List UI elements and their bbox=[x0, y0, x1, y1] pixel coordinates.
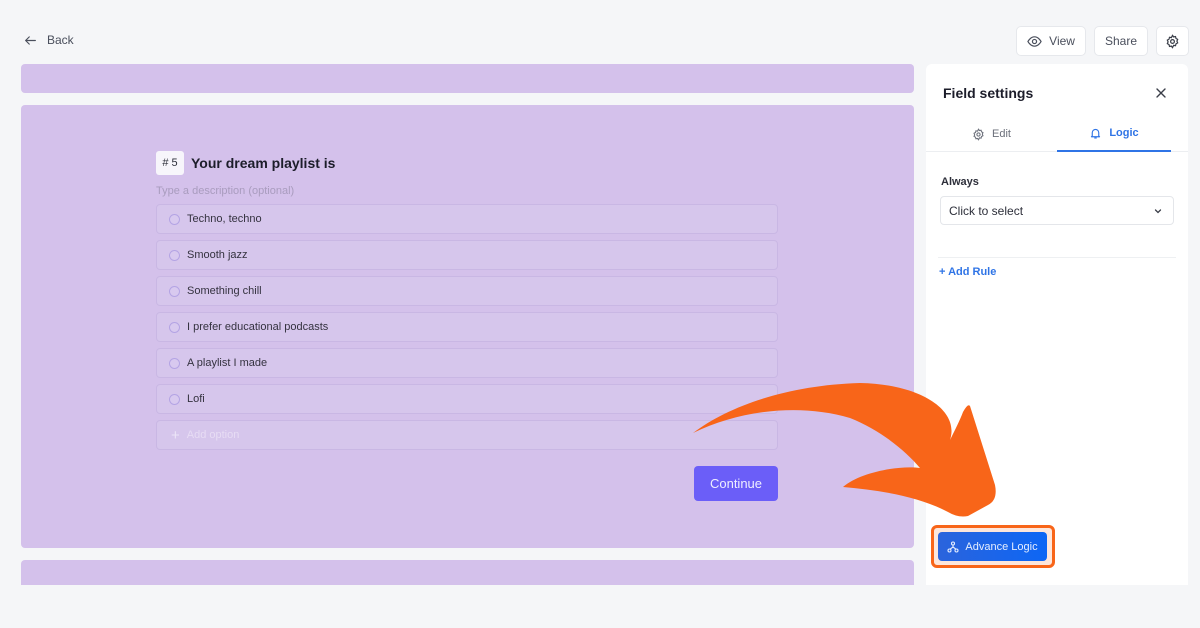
advance-logic-label: Advance Logic bbox=[965, 540, 1038, 553]
option-item[interactable]: Techno, techno bbox=[156, 204, 778, 234]
form-block-previous[interactable] bbox=[21, 64, 914, 93]
tab-edit-label: Edit bbox=[992, 128, 1011, 140]
chevron-down-icon bbox=[1154, 208, 1162, 213]
question: # 5 Your dream playlist is Type a descri… bbox=[156, 151, 778, 450]
share-label: Share bbox=[1104, 34, 1137, 48]
share-button[interactable]: Share bbox=[1093, 26, 1148, 56]
divider bbox=[938, 257, 1176, 258]
question-header: # 5 Your dream playlist is bbox=[156, 151, 778, 175]
back-link[interactable]: Back bbox=[24, 33, 74, 47]
view-button[interactable]: View bbox=[1016, 26, 1086, 56]
radio-icon bbox=[169, 321, 180, 333]
tab-edit[interactable]: Edit bbox=[926, 116, 1057, 152]
form-block-current[interactable]: # 5 Your dream playlist is Type a descri… bbox=[21, 105, 914, 548]
option-label: I prefer educational podcasts bbox=[187, 321, 329, 333]
close-icon[interactable] bbox=[1154, 86, 1168, 100]
option-item[interactable]: Lofi bbox=[156, 384, 778, 414]
radio-icon bbox=[169, 357, 180, 369]
back-label: Back bbox=[47, 33, 74, 47]
continue-button[interactable]: Continue bbox=[694, 466, 778, 501]
advance-logic-highlight: Advance Logic bbox=[931, 525, 1055, 568]
gear-icon bbox=[1166, 33, 1179, 49]
plus-icon: + bbox=[171, 426, 180, 444]
view-label: View bbox=[1049, 34, 1075, 48]
option-item[interactable]: I prefer educational podcasts bbox=[156, 312, 778, 342]
radio-icon bbox=[169, 249, 180, 261]
form-block-next[interactable] bbox=[21, 560, 914, 585]
add-option-label: Add option bbox=[186, 429, 240, 441]
panel-title: Field settings bbox=[943, 85, 1034, 101]
question-description[interactable]: Type a description (optional) bbox=[156, 185, 778, 197]
option-label: A playlist I made bbox=[187, 357, 268, 369]
add-option-button[interactable]: + Add option bbox=[156, 420, 778, 450]
advance-logic-button[interactable]: Advance Logic bbox=[938, 532, 1047, 561]
tab-logic[interactable]: Logic bbox=[1057, 116, 1171, 152]
arrow-left-icon bbox=[25, 35, 36, 45]
panel-tabs: Edit Logic bbox=[926, 116, 1188, 152]
page: Back View Share # 5 Your dream playlist … bbox=[0, 0, 1200, 628]
gear-icon bbox=[973, 127, 984, 141]
option-item[interactable]: Smooth jazz bbox=[156, 240, 778, 270]
question-title[interactable]: Your dream playlist is bbox=[191, 155, 335, 171]
option-label: Something chill bbox=[187, 285, 262, 297]
always-label: Always bbox=[941, 176, 979, 188]
options-list: Techno, techno Smooth jazz Something chi… bbox=[156, 204, 778, 450]
option-label: Smooth jazz bbox=[187, 249, 248, 261]
option-label: Techno, techno bbox=[187, 213, 262, 225]
radio-icon bbox=[169, 393, 180, 405]
jump-target-select[interactable]: Click to select bbox=[940, 196, 1174, 225]
question-number: # 5 bbox=[156, 151, 184, 175]
bell-icon bbox=[1091, 128, 1101, 139]
select-value: Click to select bbox=[949, 203, 1024, 218]
field-settings-panel: Field settings Edit Logic Always Click t… bbox=[926, 64, 1188, 585]
settings-button[interactable] bbox=[1156, 26, 1189, 56]
option-item[interactable]: Something chill bbox=[156, 276, 778, 306]
top-actions: View Share bbox=[1016, 26, 1189, 56]
option-label: Lofi bbox=[187, 393, 205, 405]
radio-icon bbox=[169, 213, 180, 225]
branch-icon bbox=[947, 540, 959, 553]
tab-logic-label: Logic bbox=[1109, 127, 1139, 139]
eye-icon bbox=[1027, 35, 1042, 47]
option-item[interactable]: A playlist I made bbox=[156, 348, 778, 378]
radio-icon bbox=[169, 285, 180, 297]
add-rule-button[interactable]: + Add Rule bbox=[939, 266, 996, 278]
